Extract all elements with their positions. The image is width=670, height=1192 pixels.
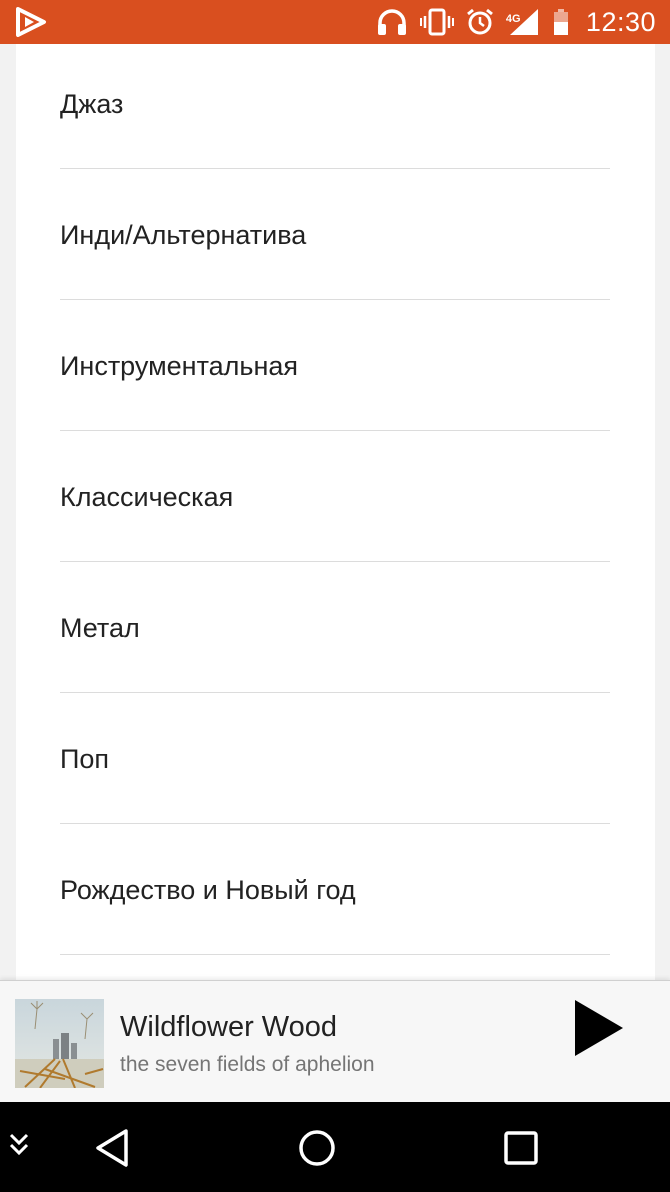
alarm-icon	[466, 8, 493, 35]
genre-label: Джаз	[60, 89, 124, 119]
vibrate-icon	[419, 8, 454, 36]
system-nav-bar	[0, 1102, 670, 1192]
genre-item-instrumental[interactable]: Инструментальная	[60, 300, 610, 431]
album-art	[15, 999, 104, 1088]
recents-icon[interactable]	[503, 1130, 539, 1166]
genre-item-classical[interactable]: Классическая	[60, 431, 610, 562]
status-bar: 4G 12:30	[0, 0, 670, 44]
genre-label: Инструментальная	[60, 351, 299, 381]
app-logo-icon	[16, 7, 46, 37]
genre-label: Инди/Альтернатива	[60, 220, 307, 250]
genre-label: Рождество и Новый год	[60, 875, 356, 905]
play-icon[interactable]	[565, 996, 629, 1060]
genre-label: Поп	[60, 744, 110, 774]
track-artist: the seven fields of aphelion	[120, 1053, 375, 1076]
clock: 12:30	[585, 6, 656, 37]
genre-item-jazz[interactable]: Джаз	[60, 44, 610, 169]
genre-list-card: Джаз Инди/Альтернатива Инструментальная …	[16, 44, 655, 980]
genre-item-christmas[interactable]: Рождество и Новый год	[60, 824, 610, 955]
back-icon[interactable]	[94, 1128, 130, 1168]
genre-item-pop[interactable]: Поп	[60, 693, 610, 824]
now-playing-bar[interactable]: Wildflower Wood the seven fields of aphe…	[0, 980, 670, 1103]
home-icon[interactable]	[297, 1128, 337, 1168]
track-title: Wildflower Wood	[120, 1011, 338, 1043]
status-icons: 4G 12:30	[376, 0, 656, 44]
signal-icon	[509, 9, 538, 35]
signal-indicator: 4G	[506, 7, 540, 37]
genre-list: Джаз Инди/Альтернатива Инструментальная …	[16, 44, 655, 955]
headphones-icon	[377, 9, 406, 35]
genre-item-indie-alternative[interactable]: Инди/Альтернатива	[60, 169, 610, 300]
chevron-down-icon[interactable]	[8, 1132, 30, 1158]
genre-label: Метал	[60, 613, 140, 643]
genre-label: Классическая	[60, 482, 234, 512]
genre-item-metal[interactable]: Метал	[60, 562, 610, 693]
battery-icon	[553, 9, 568, 35]
